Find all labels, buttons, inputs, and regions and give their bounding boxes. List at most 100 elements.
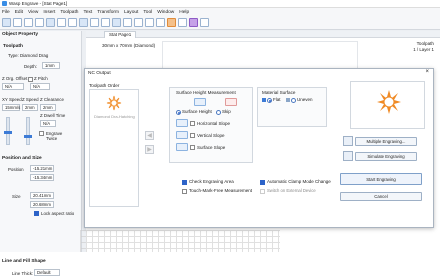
copy-icon[interactable] [57,18,66,27]
text-tool-icon[interactable] [145,18,154,27]
menu-help[interactable]: Help [179,10,189,15]
z-speed-slider[interactable] [26,117,30,145]
menu-edit[interactable]: Edit [15,10,23,15]
size-x-input[interactable]: 20.41mm [30,192,54,199]
start-engraving-button[interactable]: Start Engraving [340,173,422,185]
menu-window[interactable]: Window [157,10,174,15]
surface-height-option-label: Surface Height [182,109,212,114]
lock-aspect-checkbox[interactable] [34,211,39,216]
check-engraving-area-label: Check Engraving Area [189,179,234,184]
z-org-offset-label: Z Org. Offset [2,76,28,81]
redo-icon[interactable] [90,18,99,27]
move-down-arrow-icon[interactable]: ▶ [145,145,154,154]
line-fill-heading: Line and Fill Shape [2,259,46,264]
vertical-slope-icon [176,131,188,139]
open-file-icon[interactable] [13,18,22,27]
toolpath-order-list[interactable]: Diamond Dra-Hatching [89,89,139,207]
menu-file[interactable]: File [2,10,10,15]
object-property-panel: Object Property Toolpath Type: Diamond D… [0,31,82,276]
simulate-engraving-button[interactable]: Simulate Engraving [355,152,417,161]
lock-aspect-label: Lock aspect ratio [41,211,75,216]
menu-insert[interactable]: Insert [43,10,55,15]
flower-preview-icon [375,88,403,116]
line-thick-label: Line Thick: [12,271,34,276]
menu-transform[interactable]: Transform [97,10,119,15]
z-speed-input[interactable]: 2mm [22,104,38,111]
cut-icon[interactable] [46,18,55,27]
z-pitch-input[interactable]: N/A [30,83,50,90]
settings-icon[interactable] [200,18,209,27]
print-icon[interactable] [35,18,44,27]
surface-height-radio[interactable] [176,110,181,115]
preview-panel [350,81,425,129]
switch-external-checkbox[interactable] [260,189,265,194]
auto-clamp-checkbox[interactable] [260,180,265,185]
surface-height-panel: Surface Height Measurement Surface Heigh… [169,87,253,163]
background-grid [80,230,280,252]
skip-radio[interactable] [216,110,221,115]
move-up-arrow-icon[interactable]: ◀ [145,131,154,140]
undo-icon[interactable] [79,18,88,27]
z-org-offset-input[interactable]: N/A [2,83,24,90]
skip-icon [225,98,237,106]
uneven-surface-icon [286,98,290,102]
position-label: Position [8,167,24,172]
tab-stat-page1[interactable]: Stat Page1 [104,31,137,38]
flat-surface-icon [262,98,266,102]
select-icon[interactable] [112,18,121,27]
depth-input[interactable]: 1mm [42,62,60,69]
save-icon[interactable] [24,18,33,27]
rectangle-icon[interactable] [123,18,132,27]
nc-output-dialog: NC Output × Toolpath Order Diamond Dra-H… [84,68,434,228]
material-surface-panel: Material Surface Flat Uneven [257,87,327,127]
menu-toolpath[interactable]: Toolpath [60,10,78,15]
application-window: Wasp Engrave - [Stat Page1] File Edit Vi… [0,0,440,276]
z-speed-slider-thumb[interactable] [24,135,32,138]
vertical-slope-checkbox[interactable] [190,133,195,138]
new-file-icon[interactable] [2,18,11,27]
line-thick-select[interactable]: Default [34,269,60,276]
engrave-twice-checkbox[interactable] [39,131,44,136]
multiple-engraving-icon [343,136,353,146]
xy-speed-input[interactable]: 15mm/s [2,104,20,111]
dialog-title: NC Output [88,70,111,76]
menu-bar: File Edit View Insert Toolpath Text Tran… [0,8,440,16]
layer-icon[interactable] [178,18,187,27]
flat-radio[interactable] [267,98,272,103]
document-tab-bar: Stat Page1 [86,31,440,38]
engrave-icon[interactable] [189,18,198,27]
menu-tool[interactable]: Tool [143,10,152,15]
close-icon[interactable]: × [425,69,429,75]
ellipse-icon[interactable] [134,18,143,27]
pen-icon[interactable] [156,18,165,27]
toolpath-thumbnail-icon [106,95,122,111]
xy-speed-slider-thumb[interactable] [4,131,12,134]
z-clearance-input[interactable]: 2mm [40,104,56,111]
surface-slope-label: Surface Slope [197,145,226,150]
menu-text[interactable]: Text [83,10,92,15]
title-bar: Wasp Engrave - [Stat Page1] [0,0,440,8]
paste-icon[interactable] [68,18,77,27]
skip-option-label: Skip [222,109,231,114]
zoom-icon[interactable] [101,18,110,27]
check-engraving-area-checkbox[interactable] [182,180,187,185]
position-y-input[interactable]: -15.34mm [30,174,54,181]
uneven-radio[interactable] [291,98,296,103]
touch-mark-free-checkbox[interactable] [182,189,187,194]
touch-mark-free-label: Touch-Mark-Free Measurement [189,188,253,193]
cancel-button[interactable]: Cancel [340,192,422,201]
toolpath-list-item[interactable]: Diamond Dra-Hatching [94,114,135,119]
z-pitch-checkbox[interactable] [28,77,33,82]
material-surface-heading: Material Surface [262,90,296,95]
multiple-engraving-button[interactable]: Multiple Engraving... [355,137,417,146]
size-y-input[interactable]: 20.68mm [30,201,54,208]
depth-label: Depth: [24,64,37,69]
z-dwell-input[interactable]: N/A [40,120,56,127]
horizontal-slope-checkbox[interactable] [190,121,195,126]
menu-layout[interactable]: Layout [124,10,138,15]
toolpath-icon[interactable] [167,18,176,27]
menu-view[interactable]: View [28,10,38,15]
position-x-input[interactable]: -15.21mm [30,165,54,172]
z-dwell-label: Z Dwell Time [40,113,66,118]
surface-slope-checkbox[interactable] [190,145,195,150]
